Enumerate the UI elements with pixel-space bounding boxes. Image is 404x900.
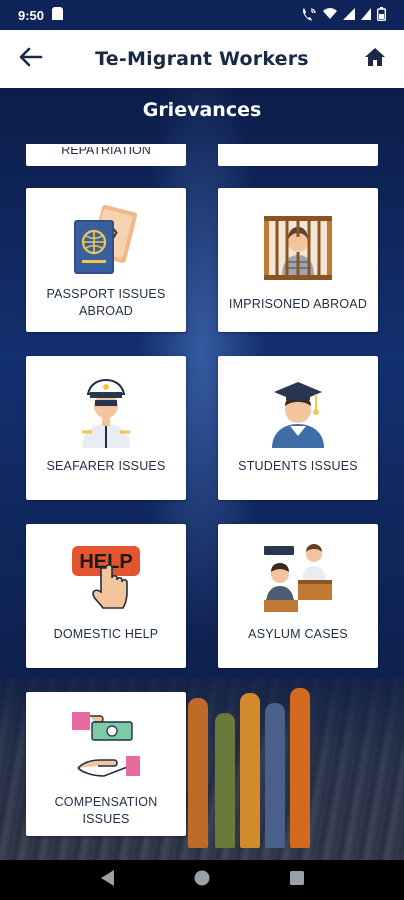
system-nav-bar [0, 860, 404, 900]
card-asylum-cases[interactable]: ASYLUM CASES [218, 524, 378, 668]
seafarer-icon [82, 378, 130, 448]
nav-home-button[interactable] [188, 866, 216, 894]
arrow-left-icon [19, 47, 43, 72]
prisoner-icon [264, 216, 332, 280]
card-imprisoned-abroad[interactable]: IMPRISONED ABROAD [218, 188, 378, 332]
card-label: IMPRISONED ABROAD [228, 297, 368, 311]
card-partial-right[interactable] [218, 144, 378, 166]
triangle-back-icon [99, 869, 115, 892]
card-passport-issues[interactable]: PASSPORT ISSUES ABROAD [26, 188, 186, 332]
signal-icon [343, 7, 355, 23]
card-label: COMPENSATION ISSUES [54, 795, 158, 826]
sd-card-icon [52, 7, 64, 23]
money-hand-icon [72, 712, 140, 777]
app-bar: Te-Migrant Workers [0, 30, 404, 88]
graduate-student-icon [272, 382, 324, 448]
back-button[interactable] [16, 44, 46, 74]
grievances-screen: Grievances REPATRIATION PASSPORT ISSUES … [0, 88, 404, 860]
card-repatriation[interactable]: REPATRIATION [26, 144, 186, 166]
card-label: STUDENTS ISSUES [238, 459, 358, 473]
circle-home-icon [193, 869, 211, 892]
wifi-calling-icon [301, 7, 317, 24]
app-title: Te-Migrant Workers [95, 48, 309, 70]
status-bar: 9:50 [0, 0, 404, 30]
card-label: ASYLUM CASES [248, 627, 348, 641]
grievance-grid[interactable]: REPATRIATION PASSPORT ISSUES ABROAD IMPR… [0, 144, 404, 860]
card-label: DOMESTIC HELP [53, 627, 159, 641]
section-title: Grievances [142, 99, 262, 121]
card-label: REPATRIATION [61, 147, 151, 156]
asylum-court-icon [264, 544, 332, 612]
help-button-icon: HELP [72, 546, 140, 609]
home-button[interactable] [360, 44, 390, 74]
status-time: 9:50 [18, 7, 45, 23]
card-students-issues[interactable]: STUDENTS ISSUES [218, 356, 378, 500]
card-domestic-help[interactable]: HELP DOMESTIC HELP [26, 524, 186, 668]
nav-back-button[interactable] [93, 866, 121, 894]
home-icon [364, 47, 386, 72]
card-label: SEAFARER ISSUES [46, 459, 166, 473]
card-seafarer-issues[interactable]: SEAFARER ISSUES [26, 356, 186, 500]
passport-icon [74, 205, 138, 274]
card-compensation-issues[interactable]: COMPENSATION ISSUES [26, 692, 186, 836]
nav-recents-button[interactable] [283, 866, 311, 894]
wifi-icon [323, 7, 337, 23]
battery-icon [376, 6, 386, 24]
square-recents-icon [289, 870, 305, 891]
data-saver-icon [361, 7, 371, 23]
card-label: PASSPORT ISSUES ABROAD [46, 287, 166, 318]
